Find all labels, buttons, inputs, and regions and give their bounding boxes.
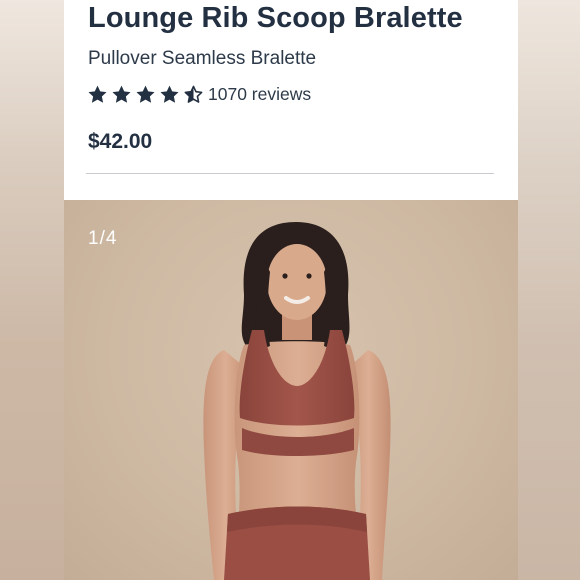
right-backdrop	[518, 0, 580, 580]
star-icon	[160, 85, 179, 103]
product-image-gallery[interactable]: 1/4	[64, 200, 518, 580]
product-photo	[203, 222, 391, 580]
star-rating	[87, 84, 207, 105]
image-counter: 1/4	[88, 228, 118, 249]
left-backdrop	[0, 0, 64, 580]
reviews-link[interactable]: 1070 reviews	[208, 84, 311, 105]
product-price: $42.00	[88, 130, 153, 153]
star-icon	[88, 85, 107, 103]
product-info-panel: Lounge Rib Scoop Bralette Pullover Seaml…	[64, 0, 518, 200]
star-icon	[112, 85, 131, 103]
rating-row[interactable]: 1070 reviews	[87, 83, 311, 105]
star-icon	[136, 85, 155, 103]
product-title: Lounge Rib Scoop Bralette	[88, 2, 463, 34]
half-star-icon	[184, 85, 203, 103]
product-subtitle: Pullover Seamless Bralette	[88, 48, 317, 69]
divider	[86, 173, 494, 174]
